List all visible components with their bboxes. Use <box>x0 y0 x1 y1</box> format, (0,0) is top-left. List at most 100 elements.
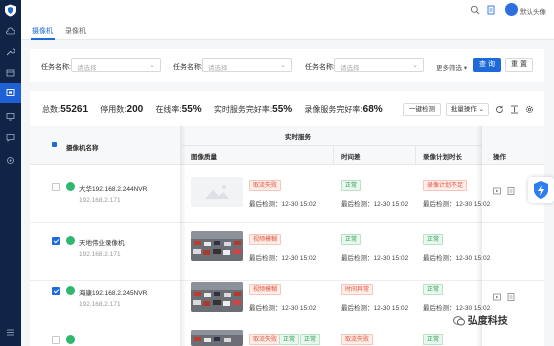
traffic-snapshot-image <box>191 330 243 346</box>
realtime-value: 55% <box>272 104 293 115</box>
filter-label-2: 任务名称: <box>173 64 203 71</box>
sidebar <box>0 0 21 346</box>
chevron-down-icon: ⌄ <box>280 62 286 69</box>
record-tag: 正常 <box>423 234 444 245</box>
row-checkbox[interactable] <box>52 287 60 295</box>
device-name: 大华192.168.2.244NVR <box>79 186 148 193</box>
col-record-plan: 录像计划时长 <box>423 154 462 161</box>
record-tag: 录像计划不足 <box>423 180 468 191</box>
header-divider <box>333 146 334 165</box>
col-action: 操作 <box>493 154 506 161</box>
select-all-checkbox[interactable] <box>52 142 57 147</box>
image-placeholder-icon <box>205 185 229 199</box>
header-divider <box>182 145 482 146</box>
camera-check-icon[interactable] <box>6 88 15 97</box>
record-label: 录像服务完好率: <box>304 105 363 114</box>
caret-down-icon: ▾ <box>463 65 468 72</box>
reset-button[interactable]: 重 置 <box>505 58 533 72</box>
avatar[interactable] <box>505 3 518 16</box>
wrench-icon[interactable] <box>6 47 15 56</box>
record-tag: 正常 <box>423 284 444 295</box>
search-icon[interactable] <box>470 5 480 15</box>
query-button[interactable]: 查 询 <box>473 58 501 72</box>
settings-icon[interactable] <box>6 156 15 165</box>
tab-camera[interactable]: 摄像机 <box>32 26 53 36</box>
device-name: 海康192.168.2.245NVR <box>79 290 148 297</box>
select-placeholder: 请选择 <box>77 65 97 72</box>
chat-icon[interactable] <box>6 133 15 142</box>
device-name: 天地伟业录像机 <box>79 240 125 247</box>
snapshot-thumbnail[interactable] <box>191 282 243 312</box>
device-ip: 192.168.2.171 <box>79 197 121 204</box>
play-video-icon[interactable] <box>493 187 501 195</box>
table-row[interactable]: 大华192.168.2.244NVR 192.168.2.171 取流失败 最后… <box>30 165 544 223</box>
detail-doc-icon[interactable] <box>507 293 515 301</box>
snapshot-placeholder[interactable] <box>191 177 243 207</box>
disabled-label: 停用数: <box>100 105 127 114</box>
col-time-diff: 时间差 <box>341 154 361 161</box>
gear-icon[interactable] <box>525 105 534 114</box>
floating-assistant-button[interactable] <box>528 177 554 203</box>
task-name-select-2[interactable]: 请选择 ⌄ <box>202 58 292 72</box>
quality-tag: 取流失败 <box>249 334 282 345</box>
row-checkbox[interactable] <box>52 336 60 344</box>
table-row[interactable]: 取流失败 正常 正常 取流失败 正常 <box>30 330 544 346</box>
col-image-quality: 图像质量 <box>191 154 217 161</box>
watermark: 弘度科技 <box>453 312 508 327</box>
column-height-icon[interactable] <box>510 105 519 114</box>
time-last-check: 最后检测：12-30 15:02 <box>341 201 409 208</box>
camera-status-icon <box>66 286 75 295</box>
quality-tag: 视频模糊 <box>249 234 282 245</box>
more-filters-label: 更多筛选 <box>436 65 462 72</box>
time-tag: 正常 <box>341 180 362 191</box>
group-realtime-service: 实时服务 <box>285 134 311 141</box>
online-value: 55% <box>181 104 202 115</box>
username[interactable]: 默认头像 <box>520 6 546 16</box>
menu-collapse-icon[interactable] <box>6 328 15 337</box>
realtime-label: 实时服务完好率: <box>213 105 273 114</box>
cloud-icon[interactable] <box>6 27 15 36</box>
detail-doc-icon[interactable] <box>507 187 515 195</box>
device-ip: 192.168.2.171 <box>79 301 121 308</box>
record-value: 68% <box>362 104 383 115</box>
lightning-shield-icon <box>534 181 548 199</box>
batch-operation-button[interactable]: 批量操作 ⌄ <box>446 103 489 116</box>
document-icon[interactable] <box>486 5 496 15</box>
fixed-column-shadow <box>180 126 186 346</box>
select-placeholder: 请选择 <box>208 65 228 72</box>
snapshot-thumbnail[interactable] <box>191 330 243 346</box>
calendar-icon[interactable] <box>6 68 15 77</box>
refresh-icon[interactable] <box>495 105 504 114</box>
shield-logo-icon[interactable] <box>4 4 17 17</box>
active-tab-indicator <box>31 38 55 40</box>
total-value: 55261 <box>60 104 89 115</box>
one-click-check-button[interactable]: 一键检测 <box>403 103 441 116</box>
camera-status-icon <box>66 236 75 245</box>
wechat-icon <box>453 316 465 326</box>
device-ip: 192.168.2.171 <box>79 251 121 258</box>
chevron-down-icon: ⌄ <box>478 106 485 113</box>
tab-recorder[interactable]: 录像机 <box>65 26 86 36</box>
quality-tag: 正常 <box>279 334 300 345</box>
tab-bar: 摄像机 录像机 <box>21 20 554 40</box>
main-panel: 总数:55261 停用数:200 在线率:55% 实时服务完好率:55% 录像服… <box>30 91 544 346</box>
stats-summary: 总数:55261 停用数:200 在线率:55% 实时服务完好率:55% 录像服… <box>42 104 393 115</box>
play-video-icon[interactable] <box>493 293 501 301</box>
more-filters-link[interactable]: 更多筛选 ▾ <box>436 62 467 72</box>
monitor-icon[interactable] <box>6 112 15 121</box>
row-checkbox[interactable] <box>52 183 60 191</box>
row-checkbox[interactable] <box>52 237 60 245</box>
disabled-value: 200 <box>126 104 144 115</box>
task-name-select-1[interactable]: 请选择 ⌄ <box>71 58 161 72</box>
camera-status-icon <box>66 335 75 344</box>
snapshot-thumbnail[interactable] <box>191 231 243 261</box>
quality-last-check: 最后检测：12-30 15:02 <box>249 201 317 208</box>
top-bar: 默认头像 <box>21 0 554 20</box>
camera-status-icon <box>66 182 75 191</box>
filter-label-3: 任务名称: <box>305 64 335 71</box>
quality-tag: 视频模糊 <box>249 284 282 295</box>
time-tag: 取流失败 <box>341 334 374 345</box>
task-name-select-3[interactable]: 请选择 ⌄ <box>334 58 424 72</box>
table-row[interactable]: 天地伟业录像机 192.168.2.171 视频模糊 最后检测：12-30 15… <box>30 223 544 281</box>
time-tag: 时间异常 <box>341 284 374 295</box>
